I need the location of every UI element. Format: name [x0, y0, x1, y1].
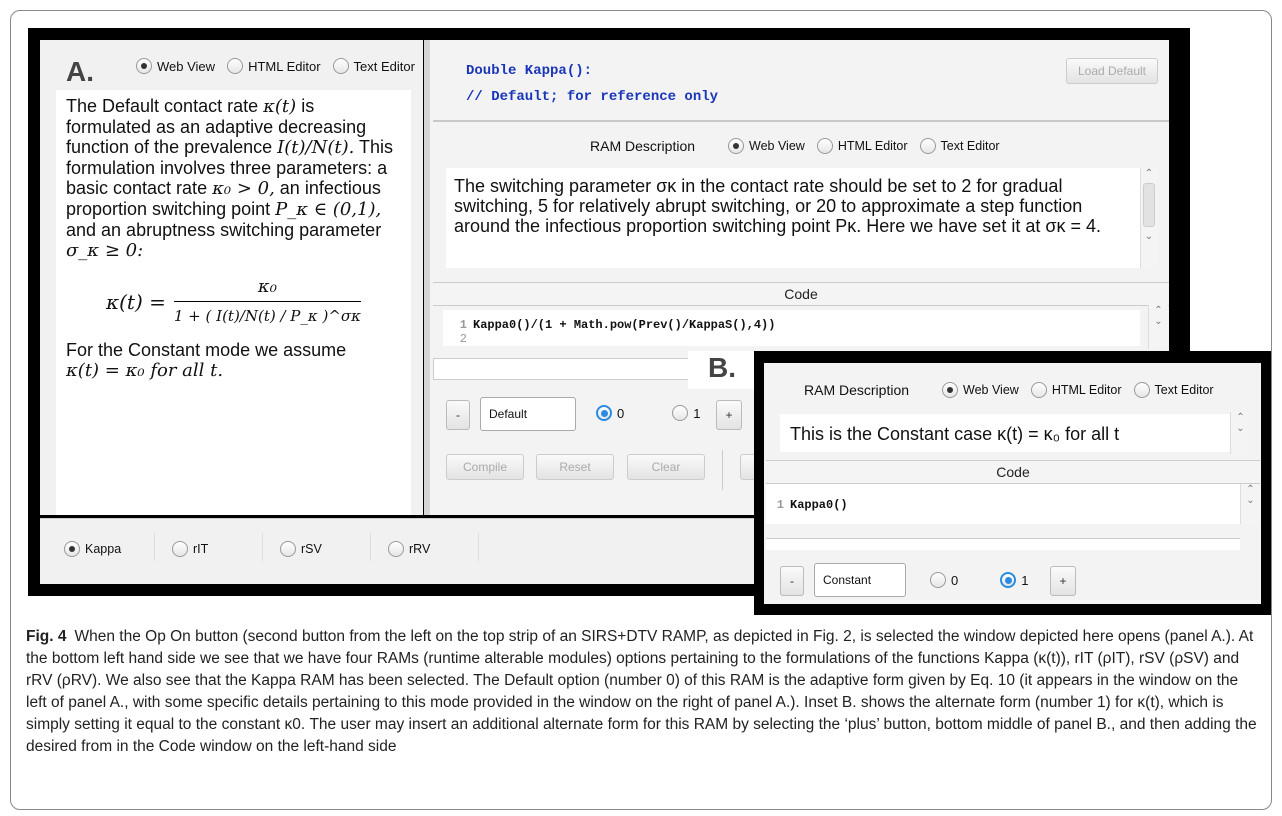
- ram-description-view-radio-group: Web View HTML Editor Text Editor: [728, 138, 1000, 154]
- radio-icon: [672, 405, 689, 421]
- panel-a-label: A.: [66, 56, 94, 87]
- desc-htmleditor-radio[interactable]: HTML Editor: [1030, 382, 1122, 398]
- ram-description-view-radio-group: Web View HTML Editor Text Editor: [942, 382, 1214, 398]
- load-default-button[interactable]: Load Default: [1066, 58, 1158, 84]
- code-header-line-2: // Default; for reference only: [466, 89, 719, 105]
- mode-0-radio[interactable]: 0: [930, 572, 958, 588]
- mode-1-radio[interactable]: 1: [672, 405, 700, 421]
- left-htmleditor-radio[interactable]: HTML Editor: [227, 58, 321, 74]
- desc-webview-radio[interactable]: Web View: [942, 382, 1019, 398]
- kappa-formula: κ(t) = κ₀ 1 + ( I(t)/N(t) / P_κ )^σκ: [106, 276, 361, 325]
- scroll-down-icon[interactable]: ⌄: [1246, 495, 1254, 506]
- desc-texteditor-radio[interactable]: Text Editor: [1133, 382, 1214, 398]
- code-header-line-1: Double Kappa():: [466, 63, 593, 79]
- code-section-title: Code: [766, 460, 1260, 484]
- code-editor[interactable]: 1 Kappa0(): [766, 484, 1240, 524]
- tab-separator: [154, 533, 155, 561]
- scroll-down-icon[interactable]: ⌄: [1154, 316, 1162, 327]
- radio-icon: [172, 541, 188, 557]
- radio-icon: [1133, 382, 1150, 398]
- minus-button[interactable]: -: [446, 400, 470, 430]
- mode-0-radio[interactable]: 0: [596, 405, 624, 421]
- divider: [722, 450, 723, 490]
- code-line: 1 Kappa0()/(1 + Math.pow(Prev()/KappaS(),…: [459, 318, 776, 332]
- minus-button[interactable]: -: [780, 566, 804, 596]
- desc-webview-radio[interactable]: Web View: [728, 138, 805, 154]
- horizontal-scroll-area[interactable]: [766, 538, 1240, 550]
- scroll-up-icon[interactable]: ⌃: [1246, 484, 1254, 495]
- radio-selected-icon: [942, 382, 958, 398]
- prevalence-math: I(t)/N(t).: [277, 137, 355, 158]
- scroll-down-icon[interactable]: ⌄: [1236, 423, 1244, 434]
- radio-icon: [332, 58, 349, 74]
- ram-description-content: The switching parameter σκ in the contac…: [446, 168, 1140, 268]
- figure-number: Fig. 4: [26, 628, 67, 645]
- left-webview-radio[interactable]: Web View: [136, 58, 215, 74]
- ram-radio-group: Kappa rIT rSV rRV: [64, 541, 496, 557]
- scroll-up-icon[interactable]: ⌃: [1236, 412, 1244, 423]
- radio-selected-icon: [136, 58, 152, 74]
- caption-text: When the Op On button (second button fro…: [26, 628, 1257, 755]
- desc-texteditor-radio[interactable]: Text Editor: [919, 138, 1000, 154]
- mode-1-radio[interactable]: 1: [1000, 572, 1028, 588]
- radio-selected-icon: [596, 405, 612, 421]
- radio-icon: [388, 541, 404, 557]
- web-view-paragraph-1: The Default contact rate κ(t) is formula…: [66, 96, 394, 261]
- radio-selected-icon: [64, 541, 80, 557]
- web-view-paragraph-2: For the Constant mode we assume κ(t) = κ…: [66, 340, 347, 381]
- mode-name-field[interactable]: Default: [480, 397, 576, 431]
- description-scrollbar[interactable]: ⌃ ⌄: [1230, 412, 1250, 454]
- radio-icon: [930, 572, 946, 588]
- clear-button[interactable]: Clear: [627, 454, 705, 480]
- figure-caption: Fig. 4 When the Op On button (second butt…: [26, 626, 1258, 758]
- scroll-down-icon[interactable]: ⌄: [1141, 231, 1157, 242]
- scroll-up-icon[interactable]: ⌃: [1141, 168, 1157, 179]
- tab-separator: [478, 533, 479, 561]
- panel-b-label: B.: [708, 352, 736, 383]
- ram-description-content: This is the Constant case κ(t) = κ₀ for …: [780, 414, 1230, 452]
- radio-icon: [1030, 382, 1047, 398]
- code-line: 1 Kappa0(): [776, 498, 848, 512]
- tab-separator: [262, 533, 263, 561]
- code-section-title: Code: [433, 282, 1169, 306]
- radio-icon: [919, 138, 936, 154]
- left-view-mode-radio-group: Web View HTML Editor Text Editor: [136, 58, 415, 74]
- p-kappa-math: P_κ ∈ (0,1),: [275, 199, 382, 220]
- plus-button[interactable]: +: [716, 400, 742, 430]
- kappa0-math: κ₀ > 0,: [212, 178, 275, 199]
- ram-rsv-radio[interactable]: rSV: [280, 541, 388, 557]
- code-line: 2: [459, 332, 467, 346]
- radio-selected-icon: [1000, 572, 1017, 588]
- ram-rrv-radio[interactable]: rRV: [388, 541, 496, 557]
- reset-button[interactable]: Reset: [536, 454, 614, 480]
- ram-description-title: RAM Description: [590, 138, 696, 154]
- ram-rit-radio[interactable]: rIT: [172, 541, 280, 557]
- scroll-thumb[interactable]: [1143, 183, 1155, 227]
- code-scrollbar[interactable]: ⌃ ⌄: [1240, 484, 1260, 524]
- compile-button[interactable]: Compile: [446, 454, 524, 480]
- mode-radio-group: 0 1: [596, 405, 700, 421]
- desc-htmleditor-radio[interactable]: HTML Editor: [816, 138, 908, 154]
- radio-icon: [816, 138, 833, 154]
- tab-separator: [370, 533, 371, 561]
- code-editor[interactable]: 1 Kappa0()/(1 + Math.pow(Prev()/KappaS(),…: [443, 310, 1140, 346]
- sigma-kappa-math: σ_κ ≥ 0:: [66, 240, 144, 261]
- divider: [433, 120, 1169, 122]
- mode-name-field[interactable]: Constant: [814, 563, 906, 597]
- ram-description-title: RAM Description: [804, 382, 910, 398]
- plus-button[interactable]: +: [1050, 566, 1076, 596]
- radio-icon: [227, 58, 244, 74]
- ram-kappa-radio[interactable]: Kappa: [64, 541, 172, 557]
- radio-selected-icon: [728, 138, 744, 154]
- kappa-t-math: κ(t): [263, 96, 297, 117]
- left-texteditor-radio[interactable]: Text Editor: [332, 58, 415, 74]
- description-scrollbar[interactable]: ⌃ ⌄: [1140, 168, 1157, 268]
- radio-icon: [280, 541, 296, 557]
- code-scrollbar[interactable]: ⌃ ⌄: [1148, 305, 1168, 349]
- scroll-up-icon[interactable]: ⌃: [1154, 305, 1162, 316]
- mode-radio-group: 0 1: [930, 572, 1028, 588]
- kappa-web-view-content: The Default contact rate κ(t) is formula…: [56, 90, 411, 515]
